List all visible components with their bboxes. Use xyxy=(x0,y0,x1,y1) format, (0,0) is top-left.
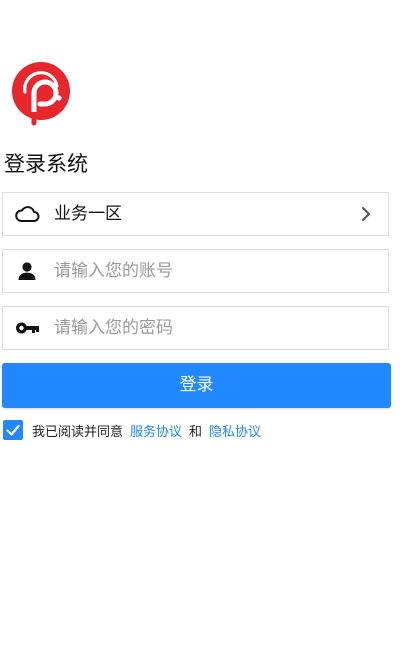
agreement-row: 我已阅读并同意 服务协议 和 隐私协议 xyxy=(3,419,261,441)
agreement-checkbox[interactable] xyxy=(3,420,23,440)
account-input[interactable]: 请输入您的账号 xyxy=(54,250,173,292)
page-title: 登录系统 xyxy=(4,152,88,176)
cloud-icon xyxy=(15,206,40,222)
user-icon xyxy=(18,262,36,280)
account-field[interactable]: 请输入您的账号 xyxy=(2,249,389,293)
app-logo-icon xyxy=(12,62,70,126)
chevron-right-icon xyxy=(362,207,370,221)
privacy-agreement-link[interactable]: 隐私协议 xyxy=(209,421,261,440)
region-selector[interactable]: 业务一区 xyxy=(2,192,389,236)
login-button[interactable]: 登录 xyxy=(2,363,391,408)
password-field[interactable]: 请输入您的密码 xyxy=(2,306,389,350)
agreement-conjunction: 和 xyxy=(189,424,203,440)
region-value: 业务一区 xyxy=(54,204,122,224)
agreement-text: 我已阅读并同意 xyxy=(32,424,124,440)
app-logo xyxy=(10,60,72,126)
check-icon xyxy=(6,424,20,436)
password-input[interactable]: 请输入您的密码 xyxy=(54,307,173,349)
key-icon xyxy=(16,322,39,334)
service-agreement-link[interactable]: 服务协议 xyxy=(130,421,182,440)
